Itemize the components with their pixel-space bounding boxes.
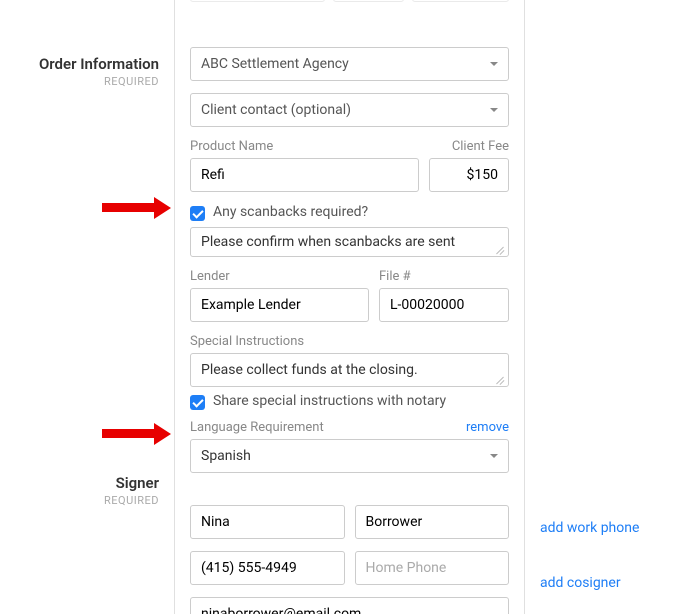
language-value: Spanish xyxy=(201,448,251,464)
section-order-info: Order Information REQUIRED xyxy=(39,55,159,88)
lender-label: Lender xyxy=(190,269,230,284)
remove-language-link[interactable]: remove xyxy=(466,420,509,435)
section-title-signer: Signer xyxy=(104,474,159,492)
lender-value[interactable] xyxy=(201,297,358,313)
section-title-order: Order Information xyxy=(39,55,159,73)
product-name-input[interactable] xyxy=(190,158,419,192)
scanbacks-note-textarea[interactable]: Please confirm when scanbacks are sent xyxy=(190,227,509,257)
add-cosigner-link[interactable]: add cosigner xyxy=(540,575,621,591)
chevron-down-icon xyxy=(490,108,498,112)
form-column: February 27, 2018 at 4:30 pm ABC Settlem… xyxy=(175,0,525,614)
agency-select[interactable]: ABC Settlement Agency xyxy=(190,47,509,81)
chevron-down-icon xyxy=(490,62,498,66)
agency-value: ABC Settlement Agency xyxy=(201,56,349,72)
language-requirement-label: Language Requirement xyxy=(190,420,324,435)
client-fee-input[interactable] xyxy=(429,158,509,192)
resize-handle-icon xyxy=(496,374,506,384)
file-number-value[interactable] xyxy=(390,297,498,313)
section-signer: Signer REQUIRED xyxy=(104,474,159,507)
signer-home-phone-input[interactable] xyxy=(355,551,510,585)
signer-email-value[interactable] xyxy=(201,606,498,614)
client-contact-select[interactable]: Client contact (optional) xyxy=(190,93,509,127)
section-labels-column: Order Information REQUIRED Signer REQUIR… xyxy=(0,0,175,614)
signer-mobile-phone-value[interactable] xyxy=(201,560,334,576)
signer-home-phone-value[interactable] xyxy=(366,560,499,576)
signer-mobile-phone-input[interactable] xyxy=(190,551,345,585)
section-required-signer: REQUIRED xyxy=(104,494,159,507)
chevron-down-icon xyxy=(490,454,498,458)
lender-input[interactable] xyxy=(190,288,369,322)
scanbacks-label: Any scanbacks required? xyxy=(213,204,368,220)
signer-last-name-input[interactable] xyxy=(355,505,510,539)
resize-handle-icon xyxy=(496,244,506,254)
add-work-phone-link[interactable]: add work phone xyxy=(540,520,639,536)
file-number-input[interactable] xyxy=(379,288,509,322)
signer-first-name-input[interactable] xyxy=(190,505,345,539)
file-number-label: File # xyxy=(379,269,411,284)
side-links-column: add work phone add cosigner xyxy=(525,0,688,614)
product-name-label: Product Name xyxy=(190,139,273,154)
share-instructions-checkbox[interactable] xyxy=(190,395,205,410)
client-fee-value[interactable] xyxy=(440,167,498,183)
client-fee-label: Client Fee xyxy=(452,139,509,154)
section-required-order: REQUIRED xyxy=(39,75,159,88)
signer-last-name-value[interactable] xyxy=(366,514,499,530)
language-select[interactable]: Spanish xyxy=(190,439,509,473)
signer-email-input[interactable] xyxy=(190,597,509,614)
scanbacks-checkbox[interactable] xyxy=(190,206,205,221)
client-contact-value: Client contact (optional) xyxy=(201,102,351,118)
product-name-value[interactable] xyxy=(201,167,408,183)
share-instructions-label: Share special instructions with notary xyxy=(213,393,446,409)
special-instructions-textarea[interactable]: Please collect funds at the closing. xyxy=(190,353,509,387)
special-instructions-label: Special Instructions xyxy=(190,334,304,349)
signer-first-name-value[interactable] xyxy=(201,514,334,530)
special-instructions-value: Please collect funds at the closing. xyxy=(201,362,418,378)
scanbacks-note-value: Please confirm when scanbacks are sent xyxy=(201,234,455,250)
